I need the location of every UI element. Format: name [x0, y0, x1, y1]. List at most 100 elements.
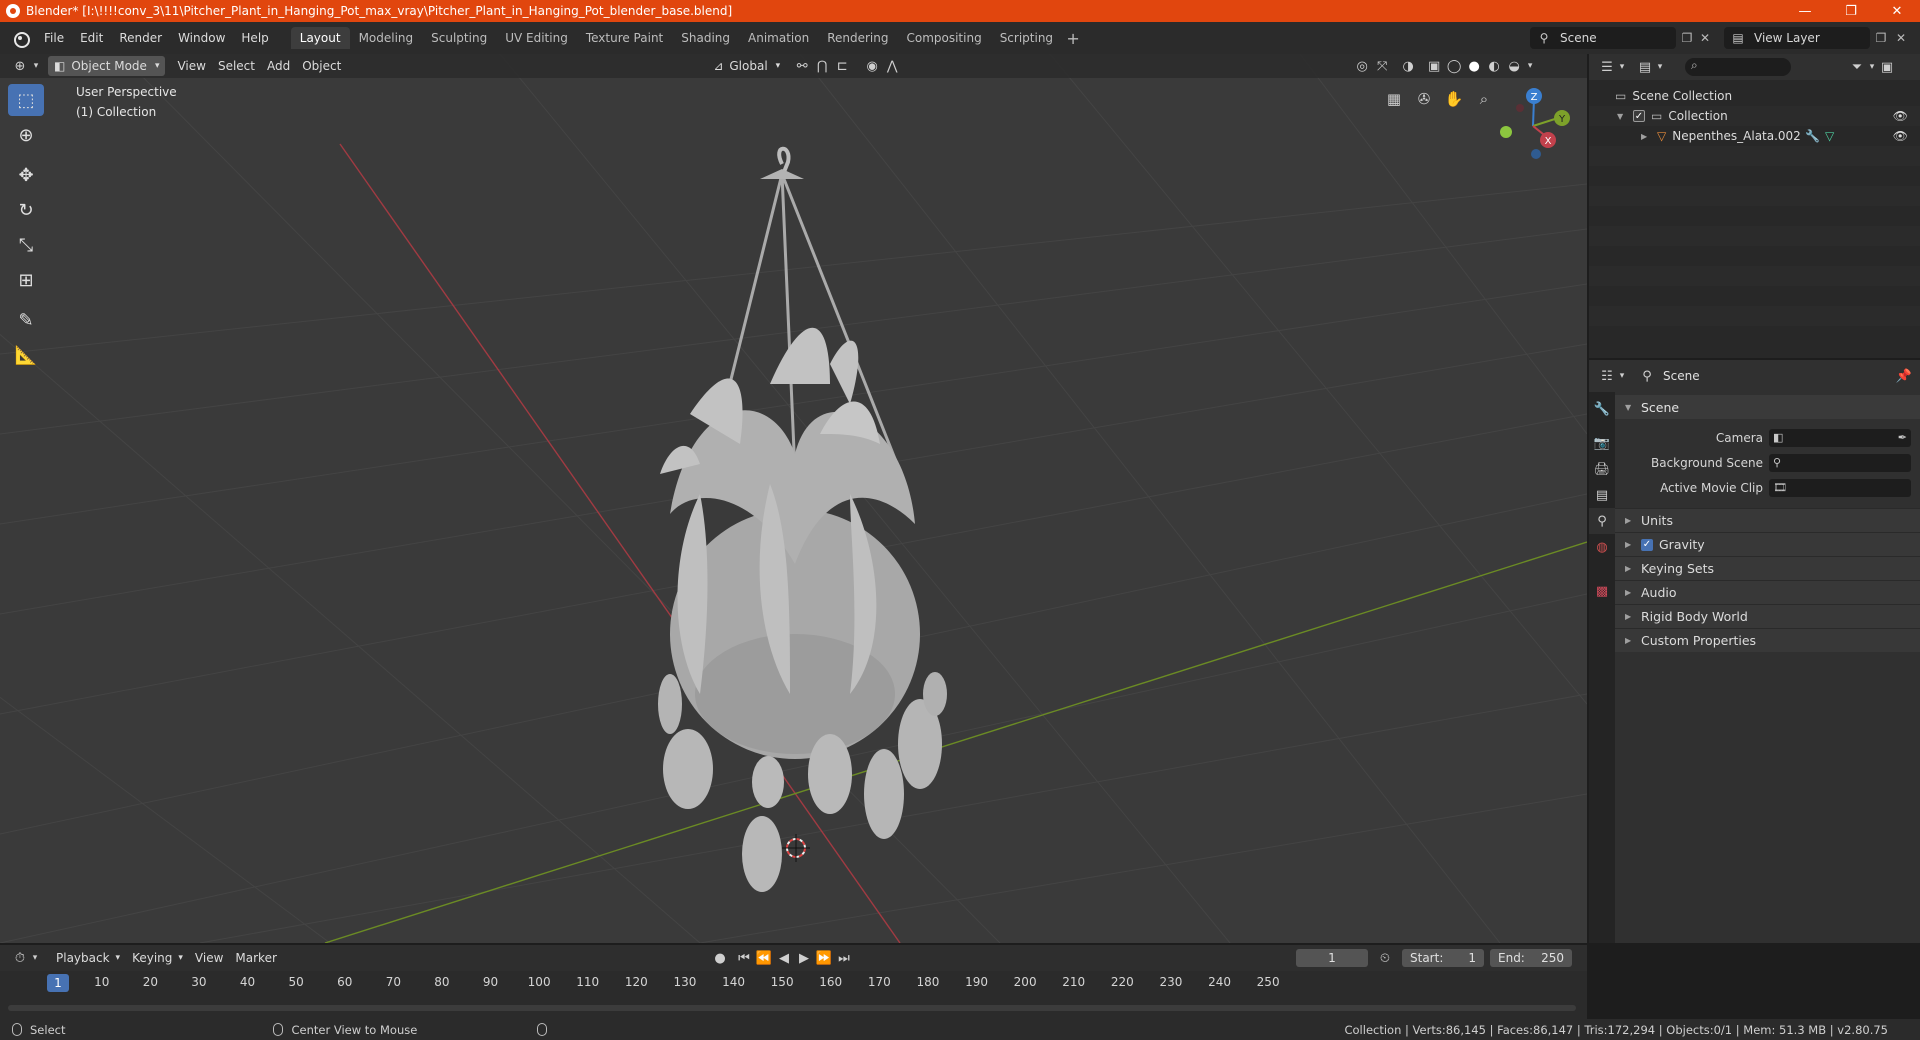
new-scene-icon[interactable]: ❐ — [1678, 29, 1696, 47]
eyedropper-icon[interactable]: ✒ — [1898, 431, 1907, 444]
gravity-checkbox[interactable]: ✓ — [1641, 538, 1653, 551]
snap-icon[interactable]: ⋂ — [812, 56, 832, 76]
menu-timeline-view[interactable]: View — [189, 948, 229, 968]
render-tab-icon[interactable]: 📷 — [1589, 430, 1615, 456]
falloff-icon[interactable]: ⋀ — [882, 56, 902, 76]
tab-sculpting[interactable]: Sculpting — [422, 27, 496, 49]
menu-render[interactable]: Render — [111, 31, 170, 45]
solid-shading-icon[interactable]: ● — [1464, 56, 1484, 76]
new-view-layer-icon[interactable]: ❐ — [1872, 29, 1890, 47]
view-layer-selector[interactable]: ▤ View Layer — [1724, 27, 1870, 49]
maximize-button[interactable]: ❐ — [1828, 0, 1874, 22]
menu-playback[interactable]: Playback ▾ — [50, 948, 126, 968]
material-shading-icon[interactable]: ◐ — [1484, 56, 1504, 76]
chevron-down-icon[interactable]: ▾ — [1524, 56, 1536, 76]
modifier-wrench-icon[interactable]: 🔧 — [1805, 129, 1820, 143]
jump-keyframe-back-icon[interactable]: ⏪ — [754, 948, 774, 968]
display-mode-icon[interactable]: ▤ — [1635, 57, 1655, 77]
select-box-tool-icon[interactable]: ⬚ — [8, 84, 44, 116]
chevron-down-icon[interactable]: ▾ — [30, 948, 40, 968]
jump-keyframe-forward-icon[interactable]: ⏩ — [814, 948, 834, 968]
object-mode-dropdown[interactable]: ◧ Object Mode ▾ — [48, 56, 166, 76]
play-reverse-icon[interactable]: ◀ — [774, 948, 794, 968]
visibility-icon[interactable]: ◎ — [1352, 56, 1372, 76]
mesh-data-icon[interactable]: ▽ — [1825, 129, 1834, 143]
timeline-scrollbar[interactable] — [8, 1005, 1576, 1011]
object-visibility-eye-icon[interactable]: 👁 — [1893, 129, 1908, 143]
snap-target-icon[interactable]: ⊏ — [832, 56, 852, 76]
world-tab-icon[interactable]: ◍ — [1589, 534, 1615, 560]
chevron-down-icon[interactable]: ▾ — [1655, 57, 1665, 77]
tab-scripting[interactable]: Scripting — [991, 27, 1062, 49]
tab-animation[interactable]: Animation — [739, 27, 818, 49]
collection-checkbox[interactable]: ✓ — [1633, 110, 1645, 122]
chevron-down-icon[interactable]: ▾ — [1617, 366, 1627, 386]
new-collection-icon[interactable]: ▣ — [1877, 57, 1897, 77]
delete-view-layer-icon[interactable]: ✕ — [1892, 29, 1910, 47]
tool-tab-icon[interactable]: 🔧 — [1589, 396, 1615, 422]
current-frame-field[interactable]: 1 — [1296, 949, 1368, 967]
play-icon[interactable]: ▶ — [794, 948, 814, 968]
tab-compositing[interactable]: Compositing — [897, 27, 990, 49]
tab-layout[interactable]: Layout — [290, 27, 350, 49]
preview-range-clock-icon[interactable]: ⏲ — [1375, 948, 1395, 968]
xray-toggle-icon[interactable]: ▣ — [1424, 56, 1444, 76]
outliner-search-input[interactable] — [1685, 58, 1791, 76]
pivot-point-icon[interactable]: ⚯ — [792, 56, 812, 76]
audio-panel-header[interactable]: ▶ Audio — [1615, 580, 1920, 604]
active-movie-clip-field[interactable]: 🎞 — [1769, 478, 1911, 497]
expand-object-icon[interactable]: ▶ — [1641, 132, 1649, 141]
timeline-editor-icon[interactable]: ⏱ — [10, 948, 30, 968]
keying-sets-panel-header[interactable]: ▶ Keying Sets — [1615, 556, 1920, 580]
wireframe-shading-icon[interactable]: ◯ — [1444, 56, 1464, 76]
zoom-view-icon[interactable]: ⌕ — [1470, 85, 1498, 113]
menu-help[interactable]: Help — [233, 31, 276, 45]
collection-visibility-eye-icon[interactable]: 👁 — [1893, 109, 1908, 123]
menu-keying[interactable]: Keying ▾ — [126, 948, 189, 968]
editor-type-icon[interactable]: ⊕ — [10, 56, 30, 76]
tab-shading[interactable]: Shading — [672, 27, 739, 49]
rigid-body-world-panel-header[interactable]: ▶ Rigid Body World — [1615, 604, 1920, 628]
scene-panel-header[interactable]: ▼ Scene — [1615, 395, 1920, 419]
tab-texture-paint[interactable]: Texture Paint — [577, 27, 672, 49]
menu-object[interactable]: Object — [296, 56, 347, 76]
jump-end-icon[interactable]: ⏭ — [834, 948, 854, 968]
transform-tool-icon[interactable]: ⊞ — [8, 264, 44, 296]
delete-scene-icon[interactable]: ✕ — [1696, 29, 1714, 47]
output-tab-icon[interactable]: 🖨 — [1589, 456, 1615, 482]
custom-properties-panel-header[interactable]: ▶ Custom Properties — [1615, 628, 1920, 652]
pitcher-plant-model[interactable] — [658, 146, 947, 892]
scale-tool-icon[interactable]: ⤡ — [8, 229, 44, 261]
filter-icon[interactable]: ⏷ — [1847, 57, 1867, 77]
menu-file[interactable]: File — [36, 31, 72, 45]
proportional-edit-icon[interactable]: ◉ — [862, 56, 882, 76]
expand-collection-icon[interactable]: ▼ — [1617, 112, 1625, 121]
add-workspace-icon[interactable]: + — [1062, 27, 1084, 49]
menu-add[interactable]: Add — [261, 56, 296, 76]
start-frame-field[interactable]: Start: 1 — [1402, 949, 1484, 967]
close-button[interactable]: ✕ — [1874, 0, 1920, 22]
measure-tool-icon[interactable]: 📐 — [8, 339, 44, 371]
units-panel-header[interactable]: ▶ Units — [1615, 508, 1920, 532]
pan-view-icon[interactable]: ✋ — [1440, 85, 1468, 113]
end-frame-field[interactable]: End: 250 — [1490, 949, 1572, 967]
camera-view-icon[interactable]: ✇ — [1410, 85, 1438, 113]
pin-icon[interactable]: 📌 — [1894, 366, 1914, 386]
texture-tab-icon[interactable]: ▩ — [1589, 578, 1615, 604]
frame-ruler[interactable]: 1 10 20 30 40 50 60 70 80 90 100 110 120 130 140 150 16… — [0, 973, 1587, 993]
gizmo-toggle-icon[interactable]: ⤧ — [1372, 56, 1392, 76]
overlay-toggle-icon[interactable]: ◑ — [1398, 56, 1418, 76]
rotate-tool-icon[interactable]: ↻ — [8, 194, 44, 226]
menu-edit[interactable]: Edit — [72, 31, 111, 45]
navigation-gizmo[interactable]: Z Y X — [1500, 88, 1570, 159]
move-tool-icon[interactable]: ✥ — [8, 159, 44, 191]
jump-start-icon[interactable]: ⏮ — [734, 948, 754, 968]
cursor-tool-icon[interactable]: ⊕ — [8, 119, 44, 151]
transform-orientation-dropdown[interactable]: ⊿ Global ▾ — [707, 56, 786, 76]
chevron-down-icon[interactable]: ▾ — [30, 56, 42, 76]
tab-rendering[interactable]: Rendering — [818, 27, 897, 49]
camera-field[interactable]: ◧ ✒ — [1769, 428, 1911, 447]
menu-view[interactable]: View — [171, 56, 211, 76]
chevron-down-icon[interactable]: ▾ — [1867, 57, 1877, 77]
playhead-current-frame[interactable]: 1 — [47, 974, 69, 992]
